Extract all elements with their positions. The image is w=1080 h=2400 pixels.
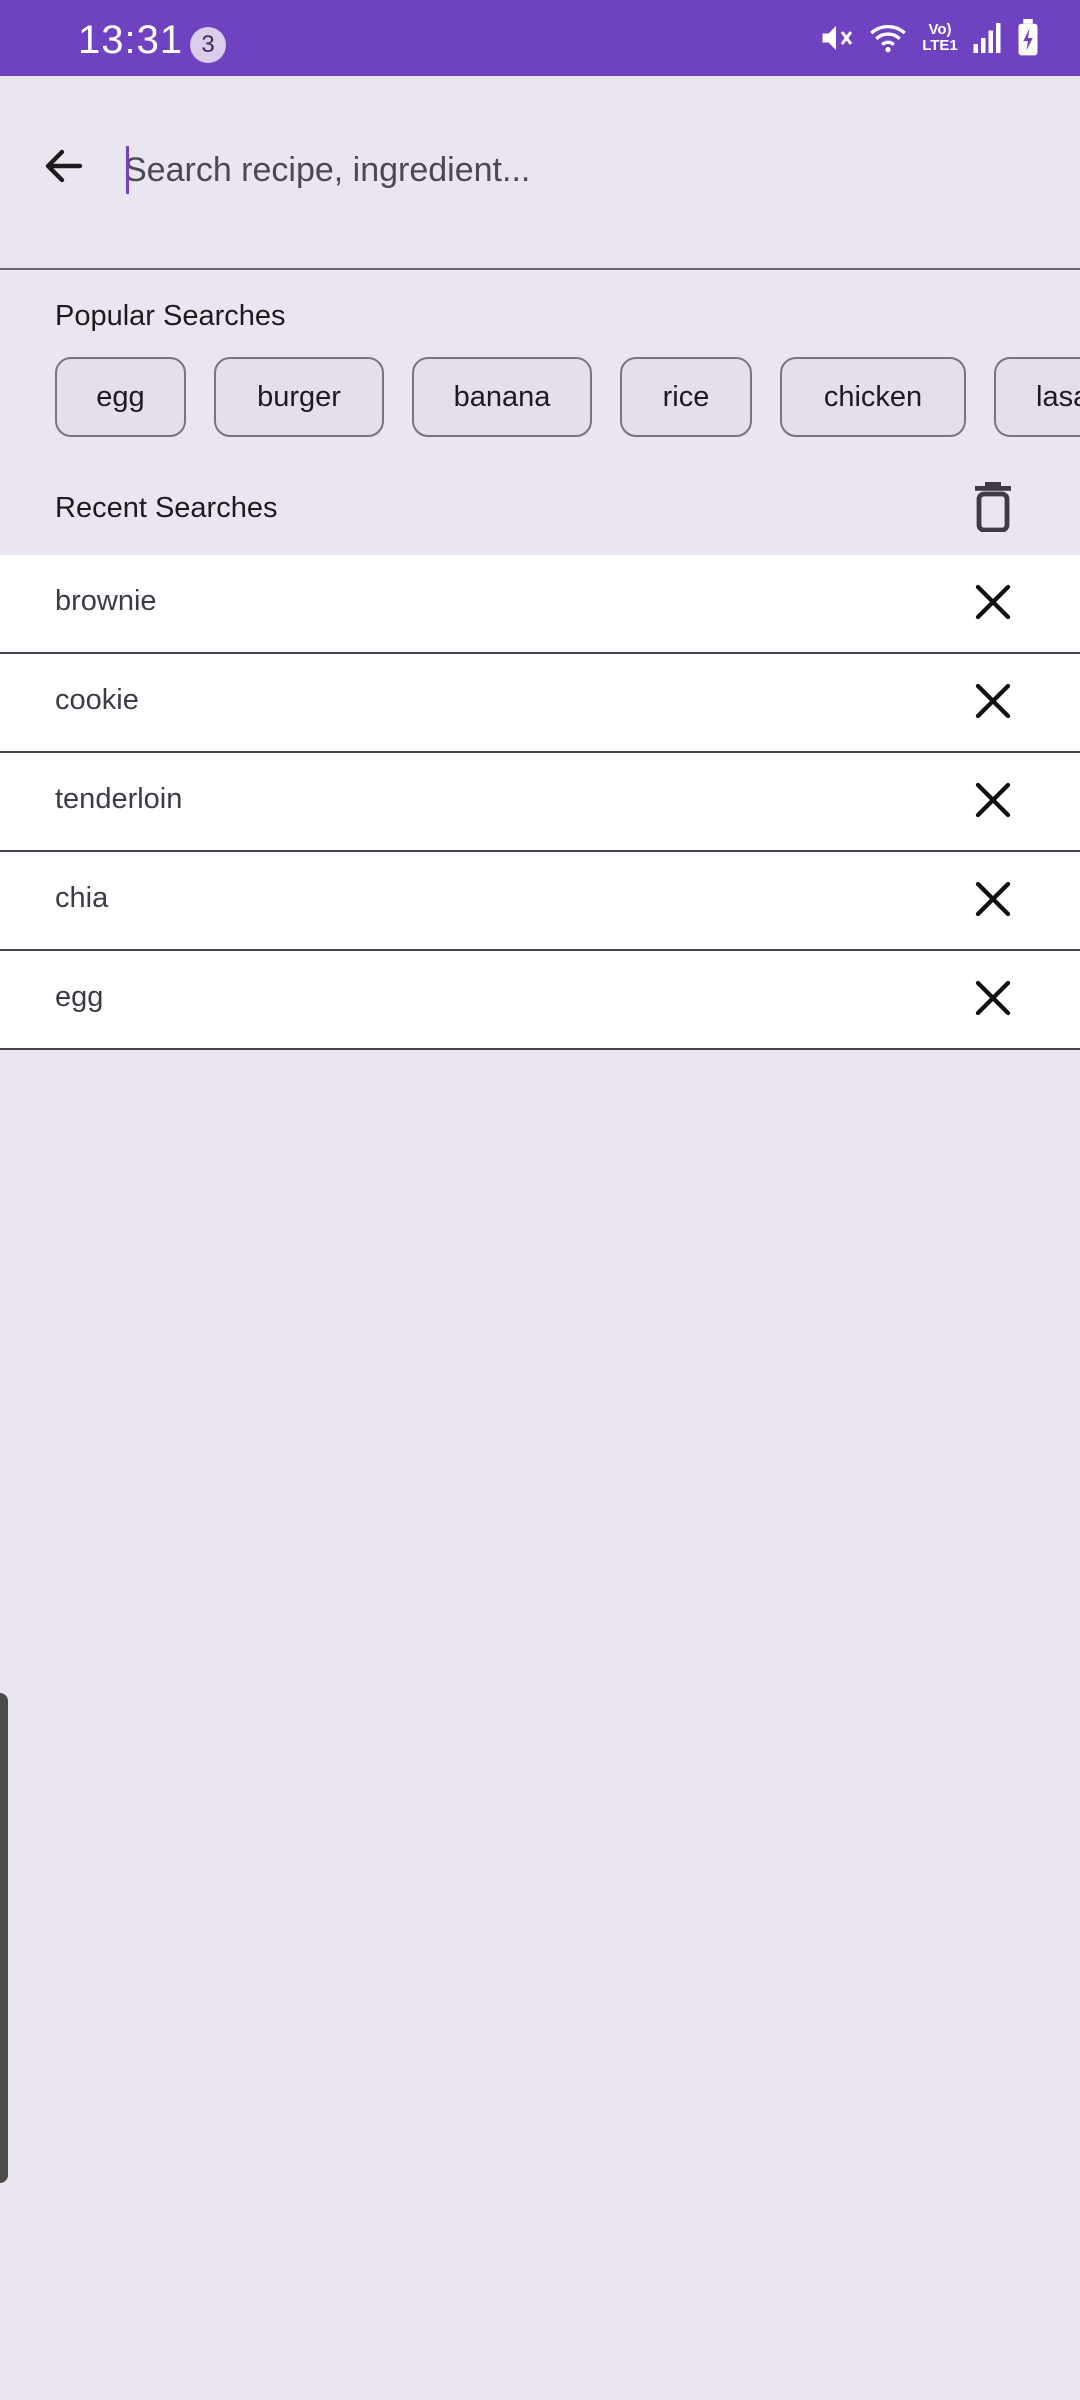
recent-item[interactable]: tenderloin [0,753,1080,852]
close-icon [973,978,1013,1023]
remove-recent-button[interactable] [966,874,1020,928]
chip-rice[interactable]: rice [620,357,752,437]
recent-searches-title: Recent Searches [55,492,278,524]
remove-recent-button[interactable] [966,775,1020,829]
recent-item[interactable]: brownie [0,555,1080,654]
signal-icon [972,20,1002,56]
status-bar: 13:31 3 Vo) LTE1 [0,0,1080,76]
chip-banana[interactable]: banana [412,357,592,437]
recent-item-label: cookie [55,684,139,716]
popular-chips: egg burger banana rice chicken lasa [55,357,1080,441]
recent-item-label: chia [55,882,109,914]
close-icon [973,780,1013,825]
chip-egg[interactable]: egg [55,357,186,437]
recent-item[interactable]: chia [0,852,1080,951]
close-icon [973,681,1013,726]
recent-item[interactable]: egg [0,951,1080,1050]
recent-item[interactable]: cookie [0,654,1080,753]
network-label: Vo) LTE1 [922,21,958,54]
chip-lasagna[interactable]: lasa [994,357,1080,437]
popular-searches-title: Popular Searches [55,300,286,332]
wifi-icon [868,20,908,56]
remove-recent-button[interactable] [966,676,1020,730]
close-icon [973,879,1013,924]
notification-count-badge: 3 [190,27,226,63]
search-input[interactable] [124,138,1024,202]
clear-recent-button[interactable] [966,478,1020,540]
recent-item-label: tenderloin [55,783,183,815]
chip-chicken[interactable]: chicken [780,357,966,437]
status-icons: Vo) LTE1 [818,18,1040,58]
search-header [0,76,1080,270]
remove-recent-button[interactable] [966,973,1020,1027]
recent-item-label: brownie [55,585,157,617]
text-cursor [126,146,129,194]
remove-recent-button[interactable] [966,577,1020,631]
chip-burger[interactable]: burger [214,357,384,437]
back-button[interactable] [30,134,98,202]
mute-icon [818,20,854,56]
status-time: 13:31 [78,18,184,62]
edge-panel-handle[interactable] [0,1693,8,2183]
arrow-left-icon [40,142,88,195]
close-icon [973,582,1013,627]
recent-list: brownie cookie tenderloin chia egg [0,555,1080,1050]
recent-item-label: egg [55,981,104,1013]
battery-icon [1016,19,1040,57]
trash-icon [973,481,1013,537]
